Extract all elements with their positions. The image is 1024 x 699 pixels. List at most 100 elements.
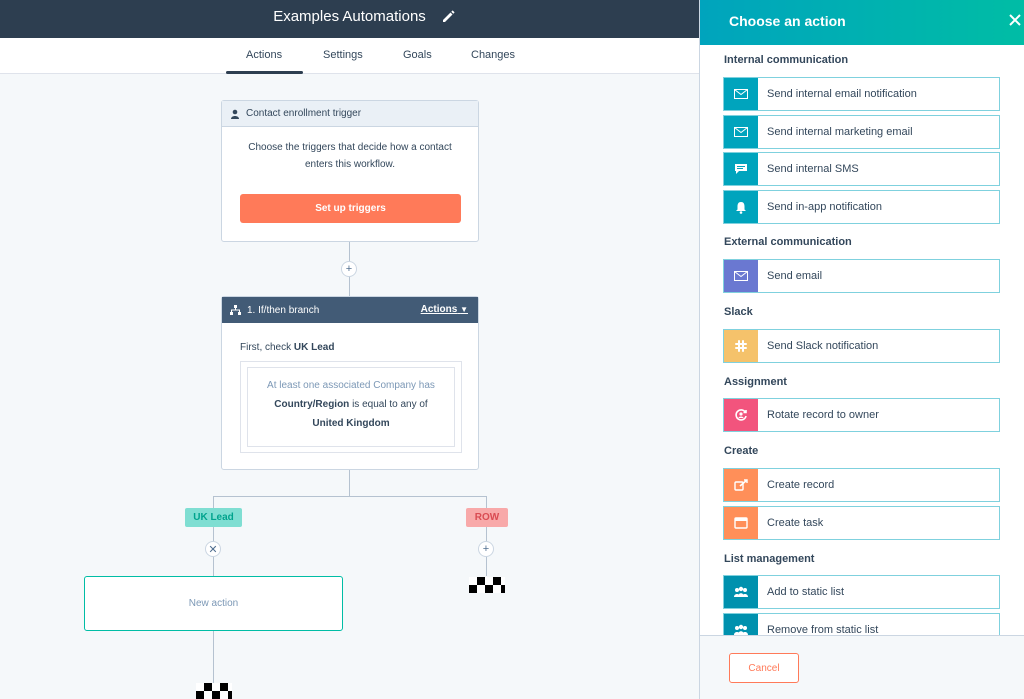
first-check-value: UK Lead	[293, 342, 335, 353]
criteria-box[interactable]: At least one associated Company has Coun…	[247, 367, 455, 447]
section-assignment: Assignment	[724, 376, 787, 388]
connector-line	[213, 496, 487, 497]
new-action-card[interactable]: New action	[84, 576, 343, 631]
task-icon	[734, 517, 748, 529]
icon-tile	[724, 78, 758, 110]
slack-icon	[735, 340, 747, 352]
person-icon	[231, 109, 239, 119]
branch-actions-label: Actions	[420, 304, 458, 315]
create-record-icon	[734, 479, 748, 491]
action-rotate-record-to-owner[interactable]: Rotate record to owner	[723, 398, 1000, 432]
add-action-button[interactable]: +	[341, 261, 357, 277]
action-label: Send internal email notification	[767, 88, 917, 100]
trigger-description: Choose the triggers that decide how a co…	[248, 142, 452, 170]
close-icon: ✕	[208, 543, 218, 556]
bell-icon	[736, 201, 746, 214]
icon-tile	[724, 399, 758, 431]
choose-action-panel: Choose an action Internal communication …	[699, 0, 1024, 699]
workflow-title[interactable]: Examples Automations	[0, 8, 699, 25]
set-up-triggers-button[interactable]: Set up triggers	[240, 194, 461, 223]
workflow-canvas[interactable]: Contact enrollment trigger Choose the tr…	[0, 75, 699, 699]
branch-icon	[230, 305, 241, 315]
action-remove-from-static-list[interactable]: Remove from static list	[723, 613, 1000, 635]
action-label: Create task	[767, 517, 824, 529]
panel-footer: Cancel	[700, 635, 1024, 699]
branch-tag-uk-lead: UK Lead	[185, 508, 242, 527]
envelope-icon	[734, 271, 748, 281]
remove-action-button[interactable]: ✕	[205, 541, 221, 557]
action-label: Send internal marketing email	[767, 126, 913, 138]
people-icon	[734, 586, 748, 597]
action-label: Send email	[767, 270, 823, 282]
section-list-management: List management	[724, 553, 815, 565]
envelope-icon	[734, 127, 748, 137]
icon-tile	[724, 330, 758, 362]
branch-card-title: 1. If/then branch	[247, 304, 320, 316]
action-create-task[interactable]: Create task	[723, 506, 1000, 540]
panel-header: Choose an action	[700, 0, 1024, 45]
icon-tile	[724, 614, 758, 635]
people-icon	[734, 624, 748, 635]
panel-title: Choose an action	[729, 13, 846, 29]
icon-tile	[724, 507, 758, 539]
branch-actions-dropdown[interactable]: Actions ▼	[421, 304, 468, 315]
pencil-icon[interactable]	[441, 9, 455, 23]
icon-tile	[724, 576, 758, 608]
criteria-operator: is equal to any of	[352, 399, 428, 410]
end-flag-icon	[196, 683, 232, 699]
action-send-internal-sms[interactable]: Send internal SMS	[723, 152, 1000, 186]
action-create-record[interactable]: Create record	[723, 468, 1000, 502]
icon-tile	[724, 469, 758, 501]
action-send-in-app-notification[interactable]: Send in-app notification	[723, 190, 1000, 224]
section-create: Create	[724, 445, 759, 457]
action-add-to-static-list[interactable]: Add to static list	[723, 575, 1000, 609]
action-label: Remove from static list	[767, 624, 879, 635]
section-slack: Slack	[724, 306, 753, 318]
chat-icon	[735, 164, 747, 174]
add-action-button[interactable]: +	[478, 541, 494, 557]
end-flag-icon	[469, 577, 505, 593]
cancel-button[interactable]: Cancel	[729, 653, 799, 683]
branch-card-header: 1. If/then branch Actions ▼	[222, 297, 478, 323]
first-check: First, check UK Lead	[240, 342, 334, 353]
plus-icon: +	[345, 263, 353, 275]
action-label: Send in-app notification	[767, 201, 882, 213]
trigger-card-title: Contact enrollment trigger	[246, 108, 362, 119]
tab-changes[interactable]: Changes	[471, 49, 515, 61]
tab-bar: Actions Settings Goals Changes	[0, 38, 699, 74]
close-icon[interactable]	[1007, 12, 1023, 28]
branch-tag-row: ROW	[466, 508, 508, 527]
first-check-prefix: First, check	[240, 342, 292, 353]
trigger-card-header: Contact enrollment trigger	[222, 101, 478, 127]
connector-line	[349, 470, 350, 497]
action-label: Send Slack notification	[767, 340, 879, 352]
caret-down-icon: ▼	[460, 305, 468, 314]
trigger-card[interactable]: Contact enrollment trigger Choose the tr…	[221, 100, 479, 242]
criteria-value: United Kingdom	[312, 418, 390, 429]
action-label: Create record	[767, 479, 835, 491]
connector-line	[213, 631, 214, 689]
icon-tile	[724, 260, 758, 292]
envelope-icon	[734, 89, 748, 99]
icon-tile	[724, 116, 758, 148]
action-send-email[interactable]: Send email	[723, 259, 1000, 293]
action-list[interactable]: Internal communication Send internal ema…	[700, 45, 1024, 635]
tab-goals[interactable]: Goals	[403, 49, 432, 61]
section-internal-communication: Internal communication	[724, 54, 849, 66]
active-tab-indicator	[226, 71, 303, 74]
action-send-internal-marketing-email[interactable]: Send internal marketing email	[723, 115, 1000, 149]
icon-tile	[724, 191, 758, 223]
action-label: Rotate record to owner	[767, 409, 879, 421]
icon-tile	[724, 153, 758, 185]
tab-actions[interactable]: Actions	[246, 49, 282, 61]
action-label: Add to static list	[767, 586, 845, 598]
tab-settings[interactable]: Settings	[323, 49, 363, 61]
action-label: Send internal SMS	[767, 163, 859, 175]
action-send-slack-notification[interactable]: Send Slack notification	[723, 329, 1000, 363]
action-send-internal-email-notification[interactable]: Send internal email notification	[723, 77, 1000, 111]
criteria-outer: At least one associated Company has Coun…	[240, 361, 462, 453]
branch-card[interactable]: 1. If/then branch Actions ▼ First, check…	[221, 296, 479, 470]
criteria-line1: At least one associated Company has	[267, 380, 435, 391]
section-external-communication: External communication	[724, 236, 852, 248]
plus-icon: +	[482, 543, 490, 555]
